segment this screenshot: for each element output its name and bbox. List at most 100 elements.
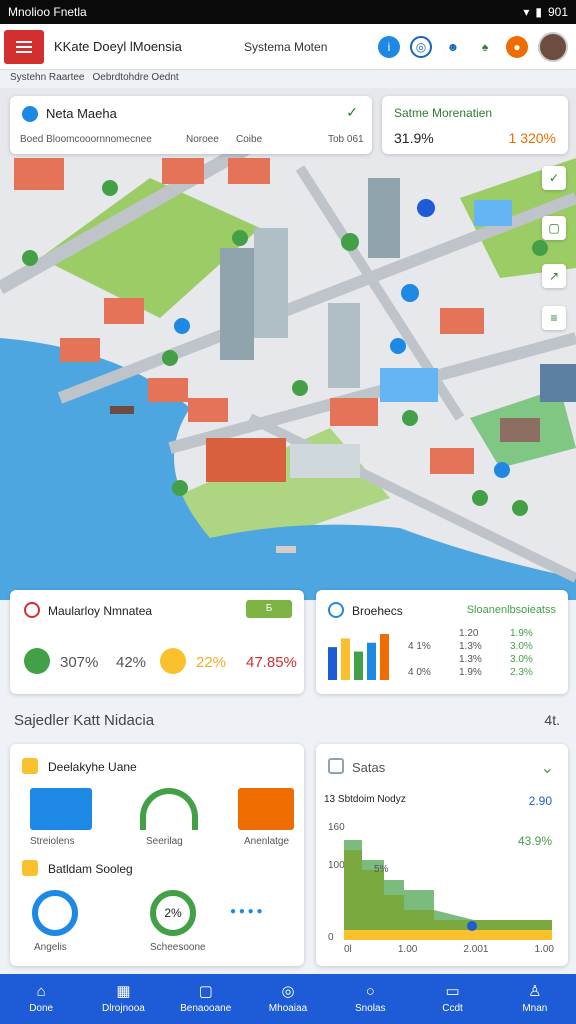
card-icon: ▭ (445, 983, 460, 1000)
status-time: 901 (547, 5, 568, 19)
layers-icon[interactable]: ▢ (542, 216, 566, 240)
nav-item-4[interactable]: ◎ Mhoaiaa (247, 974, 329, 1024)
breakdown-cell (408, 654, 456, 667)
mini-bar-chart (328, 634, 389, 680)
overview-sub-title: Batldam Sooleg (48, 862, 133, 876)
location-icon (22, 106, 38, 122)
grid-icon (24, 648, 50, 674)
breakdown-cell: 1.9% (510, 628, 533, 639)
status-bar: Mnolioo Fnetla ▾ ▮ 901 (0, 0, 576, 24)
map-card-title: Neta Maeha (46, 106, 117, 121)
breakdown-table: 1.20 1.9% 4 1% 1.3% 3.0% 1.3% 3.0% 4 0% 1.9% 2.3% (408, 628, 558, 680)
signal-icon: ▮ (535, 5, 542, 19)
overview-item-1[interactable]: Streiolens (30, 836, 74, 847)
stat-right-value: 1 320% (508, 130, 556, 146)
avatar[interactable] (538, 31, 568, 62)
city-map[interactable] (0, 88, 576, 600)
map-card-col4: Tob 061 (328, 134, 364, 145)
breakdown-row: 4 0% 1.9% 2.3% (408, 667, 558, 680)
y-tick-top: 160 (328, 822, 345, 833)
ring-label-1: Angelis (34, 942, 67, 953)
metric-value-1: 307% (60, 654, 99, 671)
overview-item-3[interactable]: Anenlatge (244, 836, 289, 847)
filter-icon[interactable]: ≡ (542, 306, 566, 330)
app-bar: KKate Doeyl lMoensia Systema Moten i ◎ ☻… (0, 24, 576, 70)
expand-icon[interactable]: ✓ (542, 166, 566, 190)
ring-label-2: Scheesoone (150, 942, 206, 953)
overview-item-2[interactable]: Seerilag (146, 836, 183, 847)
system-label: Systema Moten (244, 39, 328, 54)
document-icon: ▢ (198, 983, 213, 1000)
stat-card[interactable]: Satme Morenatien 31.9% 1 320% (382, 96, 568, 154)
check-icon[interactable]: ✓ (346, 104, 358, 121)
breakdown-cell: 2.3% (510, 667, 533, 678)
breakdown-card[interactable]: Broehecs Sloanenlbsoieatss 1.20 1.9% 4 1% 1… (316, 590, 568, 694)
stat-left-value: 31.9% (394, 130, 434, 146)
breadcrumb: Systehn Raartee Oebrdtohdre Oednt (10, 72, 179, 83)
breakdown-cell: 3.0% (510, 654, 533, 665)
x-axis-ticks: 0l 1.00 2.001 1.00 (344, 944, 554, 955)
breakdown-cell: 1.20 (459, 628, 479, 639)
mini-bar (328, 647, 337, 680)
metrics-card-title: Maularloy Nmnatea (48, 604, 153, 618)
alert-icon (24, 602, 40, 618)
target-icon[interactable]: ◎ (410, 35, 432, 58)
city-map-illustration (0, 88, 576, 600)
breakdown-sub: Sloanenlbsoieatss (466, 604, 556, 616)
breakdown-cell: 4 1% (408, 641, 431, 652)
stats-card-title: Satas (352, 760, 386, 775)
menu-button[interactable] (4, 29, 44, 64)
stat-card-title: Satme Morenatien (394, 106, 493, 120)
stats-card[interactable]: Satas ⌄ 13 Sbtdoim Nodyz 2.90 43.9% 160 … (316, 744, 568, 966)
nav-item-6[interactable]: ▭ Ccdt (411, 974, 493, 1024)
building-icon (30, 788, 92, 830)
x-tick: 1.00 (397, 944, 418, 955)
pager-dots[interactable]: ● ● ● ● (230, 906, 263, 917)
breadcrumb-item[interactable]: Oebrdtohdre Oednt (93, 72, 179, 83)
nav-item-3[interactable]: ▢ Benaooane (165, 974, 247, 1024)
breakdown-cell: 1.9% (459, 667, 482, 678)
info-icon[interactable]: i (378, 35, 400, 58)
stats-value-1: 2.90 (528, 794, 552, 808)
stats-icon (328, 758, 344, 774)
breakdown-cell: 1.3% (459, 641, 482, 652)
breakdown-row: 4 1% 1.3% 3.0% (408, 641, 558, 654)
y-tick-mid: 100 (328, 860, 345, 871)
status-app-title: Mnolioo Fnetla (8, 5, 87, 19)
map-card-col1: Boed Bloomcooornnomecnee (20, 134, 152, 145)
settings-icon (22, 860, 38, 876)
breakdown-cell: 3.0% (510, 641, 533, 652)
breakdown-cell: 1.3% (459, 654, 482, 665)
home-icon: ⌂ (36, 983, 46, 1000)
nav-item-2[interactable]: ▦ Dlrojnooa (82, 974, 164, 1024)
user-icon[interactable]: ☻ (442, 35, 464, 58)
notification-icon[interactable]: ● (506, 35, 528, 58)
breakdown-card-title: Broehecs (352, 604, 403, 618)
metrics-badge[interactable]: Б (246, 600, 292, 618)
metrics-card[interactable]: Maularloy Nmnatea Б 307% 42% 22% 47.85% (10, 590, 304, 694)
route-icon[interactable]: ↗ (542, 264, 566, 288)
y-tick-bottom: 0 (328, 932, 334, 943)
wifi-icon: ▾ (523, 5, 530, 19)
map-info-card[interactable]: Neta Maeha ✓ Boed Bloomcooornnomecnee No… (10, 96, 372, 154)
house-icon (238, 788, 294, 830)
chevron-down-icon[interactable]: ⌄ (541, 758, 554, 778)
section-title: Sajedler Katt Nidacia (14, 712, 155, 729)
map-card-col2: Noroee (186, 134, 219, 145)
leaf-icon[interactable]: ♠ (474, 35, 496, 58)
overview-card[interactable]: Deelakyhe Uane Streiolens Seerilag Anenl… (10, 744, 304, 966)
section-count[interactable]: 4t. (544, 712, 560, 728)
ring-chart-1 (32, 890, 78, 936)
chart-mid-note: 5% (374, 864, 389, 875)
mini-bar (341, 638, 350, 680)
bottom-nav: ⌂ Done ▦ Dlrojnooa ▢ Benaooane ◎ Mhoaiaa ○ Sn… (0, 974, 576, 1024)
ring-chart-2: 2% (150, 890, 196, 936)
breakdown-row: 1.20 1.9% (408, 628, 558, 641)
person-icon: ♙ (528, 983, 542, 1000)
nav-item-7[interactable]: ♙ Mnan (494, 974, 576, 1024)
metric-value-3: 22% (196, 654, 227, 671)
nav-item-5[interactable]: ○ Snolas (329, 974, 411, 1024)
nav-home[interactable]: ⌂ Done (0, 974, 82, 1024)
breadcrumb-item[interactable]: Systehn Raartee (10, 72, 85, 83)
map-card-col3: Coibe (236, 134, 263, 145)
